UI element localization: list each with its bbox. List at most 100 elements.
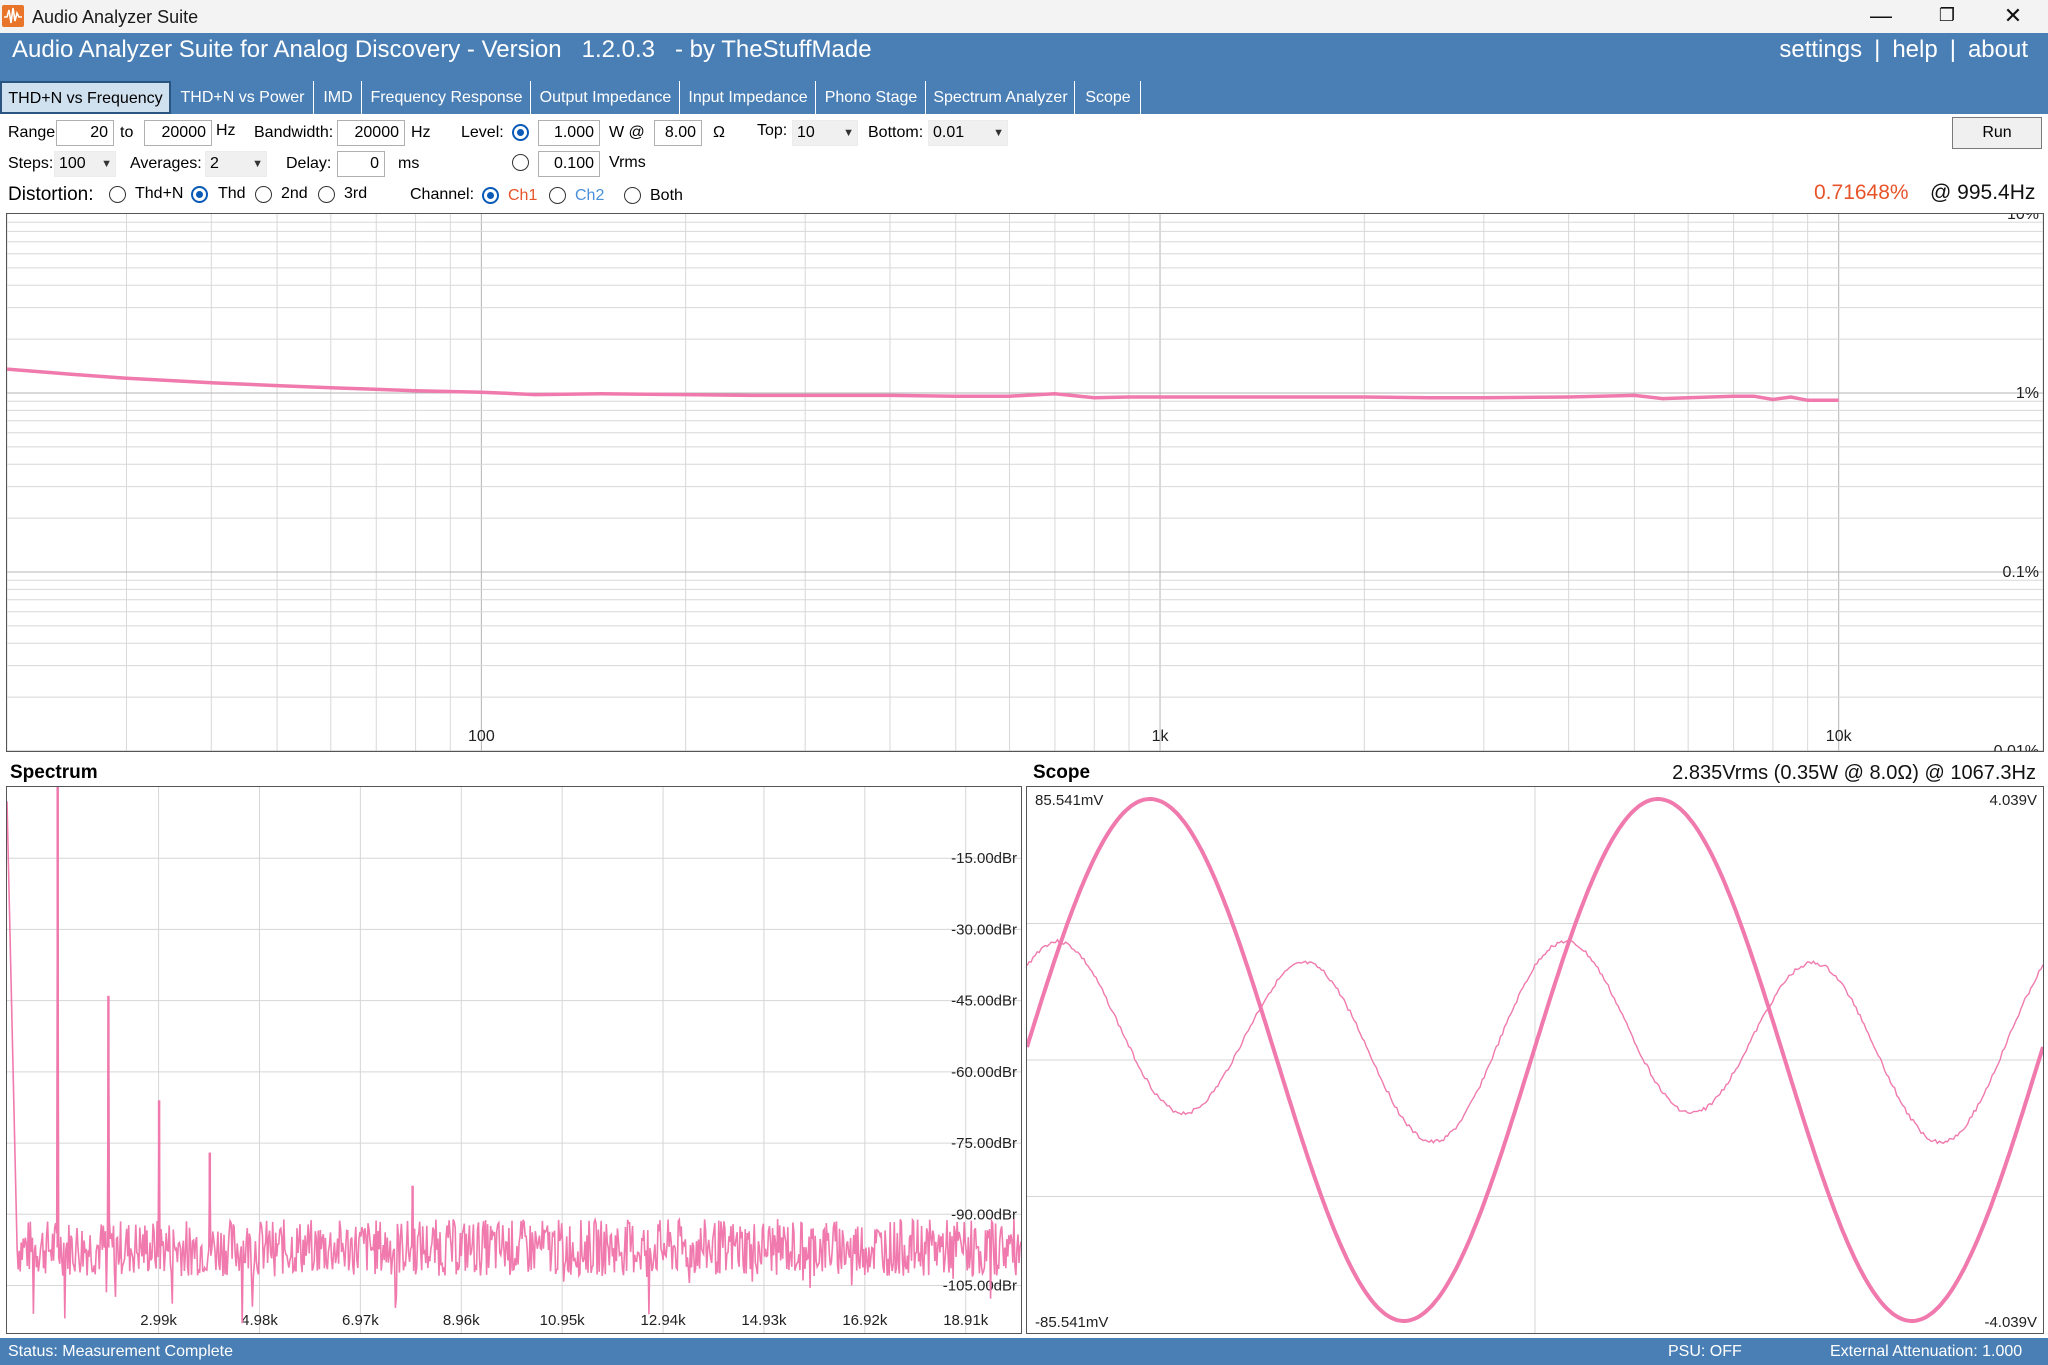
channel-ch1-radio[interactable]	[482, 187, 499, 204]
y-tick-label: -90.00dBr	[951, 1206, 1017, 1223]
spectrum-panel: 2.99k 4.98k 6.97k 8.96k 10.95k 12.94k 14.93k 16…	[6, 786, 1022, 1334]
x-tick-label: 100	[468, 728, 495, 745]
scope-right-top-label: 4.039V	[1989, 792, 2037, 809]
status-text: Status: Measurement Complete	[8, 1343, 233, 1360]
close-button[interactable]: ✕	[1980, 0, 2046, 33]
tab-thdn-vs-frequency[interactable]: THD+N vs Frequency	[0, 81, 171, 114]
level-watts-input[interactable]: 1.000	[538, 120, 600, 146]
distortion-thd-radio[interactable]	[191, 186, 208, 203]
bottom-select[interactable]: 0.01 ▼	[928, 120, 1008, 146]
separator: |	[1949, 36, 1956, 63]
scope-title: Scope	[1033, 762, 1091, 783]
to-label: to	[120, 124, 134, 141]
bottom-label: Bottom:	[868, 124, 924, 141]
distortion-3rd-radio[interactable]	[318, 186, 335, 203]
tab-scope[interactable]: Scope	[1075, 81, 1141, 114]
y-tick-label: -45.00dBr	[951, 993, 1017, 1010]
x-tick-label: 10.95k	[540, 1312, 586, 1329]
x-tick-label: 2.99k	[140, 1312, 177, 1329]
scope-panel: 85.541mV -85.541mV 4.039V -4.039V	[1025, 786, 2045, 1334]
chevron-down-icon: ▼	[993, 127, 1004, 139]
settings-link[interactable]: settings	[1779, 36, 1862, 63]
scope-chart[interactable]: 85.541mV -85.541mV 4.039V -4.039V	[1025, 787, 2045, 1333]
distortion-thdn-label: Thd+N	[135, 185, 184, 202]
distortion-2nd-radio[interactable]	[255, 186, 272, 203]
y-tick-label: -60.00dBr	[951, 1064, 1017, 1081]
distortion-label: Distortion:	[8, 184, 94, 205]
distortion-2nd-label: 2nd	[281, 185, 308, 202]
averages-label: Averages:	[130, 155, 202, 172]
run-button[interactable]: Run	[1952, 117, 2042, 149]
chevron-down-icon: ▼	[101, 158, 112, 170]
tab-input-impedance[interactable]: Input Impedance	[680, 81, 816, 114]
bandwidth-label: Bandwidth:	[254, 124, 334, 141]
w-at-label: W @	[609, 124, 645, 141]
about-link[interactable]: about	[1968, 36, 2028, 63]
header-links: settings | help | about	[1773, 36, 2034, 64]
status-bar: Status: Measurement Complete PSU: OFF Ex…	[0, 1338, 2048, 1365]
tab-output-impedance[interactable]: Output Impedance	[531, 81, 680, 114]
thd-vs-frequency-chart[interactable]: 100 1k 10k 10% 1% 0.1% 0.01%	[6, 206, 2044, 760]
range-to-input[interactable]: 20000	[144, 120, 212, 146]
x-tick-label: 6.97k	[342, 1312, 379, 1329]
tab-thdn-vs-power[interactable]: THD+N vs Power	[171, 81, 314, 114]
y-tick-label: -15.00dBr	[951, 850, 1017, 867]
chevron-down-icon: ▼	[252, 158, 263, 170]
x-tick-label: 1k	[1152, 728, 1170, 745]
top-select[interactable]: 10 ▼	[792, 120, 858, 146]
x-tick-label: 14.93k	[741, 1312, 787, 1329]
top-label: Top:	[757, 122, 788, 139]
range-from-input[interactable]: 20	[56, 120, 114, 146]
thd-series-line	[6, 367, 1839, 403]
chevron-down-icon: ▼	[843, 127, 854, 139]
channel-ch2-radio[interactable]	[549, 187, 566, 204]
bandwidth-hz-unit: Hz	[411, 124, 431, 141]
level-watts-radio[interactable]	[512, 124, 529, 141]
tab-imd[interactable]: IMD	[314, 81, 362, 114]
external-attenuation: External Attenuation: 1.000	[1830, 1343, 2023, 1360]
app-title: Audio Analyzer Suite for Analog Discover…	[12, 36, 872, 63]
window-title-bar: Audio Analyzer Suite — ❐ ✕	[0, 0, 2048, 33]
x-tick-label: 8.96k	[443, 1312, 480, 1329]
y-tick-label: 0.01%	[1994, 743, 2039, 751]
level-vrms-input[interactable]: 0.100	[538, 151, 600, 177]
steps-select-value: 100	[59, 155, 86, 172]
channel-both-radio[interactable]	[624, 187, 641, 204]
window-title: Audio Analyzer Suite	[32, 7, 199, 27]
level-vrms-radio[interactable]	[512, 154, 529, 171]
tab-spectrum-analyzer[interactable]: Spectrum Analyzer	[926, 81, 1075, 114]
channel-both-label: Both	[650, 187, 683, 204]
tab-phono-stage[interactable]: Phono Stage	[816, 81, 926, 114]
delay-ms-unit: ms	[398, 155, 420, 172]
minimize-button[interactable]: —	[1848, 0, 1914, 33]
ohm-unit: Ω	[713, 124, 725, 141]
ohms-input[interactable]: 8.00	[654, 120, 702, 146]
scope-measurement: 2.835Vrms (0.35W @ 8.0Ω) @ 1067.3Hz	[1672, 762, 2036, 784]
channel-ch1-label: Ch1	[508, 187, 538, 204]
distortion-thd-label: Thd	[218, 185, 246, 202]
tab-frequency-response[interactable]: Frequency Response	[362, 81, 531, 114]
range-label: Range:	[8, 124, 60, 141]
x-tick-label: 16.92k	[842, 1312, 888, 1329]
top-select-value: 10	[797, 124, 815, 141]
delay-input[interactable]: 0	[337, 151, 385, 177]
bandwidth-input[interactable]: 20000	[337, 120, 405, 146]
delay-label: Delay:	[286, 155, 332, 172]
y-tick-label: -105.00dBr	[943, 1278, 1017, 1295]
scope-left-top-label: 85.541mV	[1035, 792, 1103, 809]
distortion-thdn-radio[interactable]	[109, 186, 126, 203]
scope-right-bottom-label: -4.039V	[1984, 1314, 2037, 1331]
steps-select[interactable]: 100 ▼	[54, 151, 116, 177]
averages-select-value: 2	[210, 155, 219, 172]
averages-select[interactable]: 2 ▼	[205, 151, 267, 177]
help-link[interactable]: help	[1892, 36, 1937, 63]
restore-button[interactable]: ❐	[1914, 0, 1980, 33]
y-tick-label: 10%	[2007, 214, 2039, 223]
spectrum-title: Spectrum	[10, 762, 98, 783]
y-tick-label: -30.00dBr	[951, 921, 1017, 938]
level-label: Level:	[461, 124, 504, 141]
y-tick-label: 1%	[2016, 385, 2039, 402]
spectrum-chart[interactable]: 2.99k 4.98k 6.97k 8.96k 10.95k 12.94k 14.93k 16…	[6, 786, 1022, 1333]
thd-reading-value: 0.71648%	[1814, 181, 1909, 204]
x-tick-label: 10k	[1826, 728, 1853, 745]
